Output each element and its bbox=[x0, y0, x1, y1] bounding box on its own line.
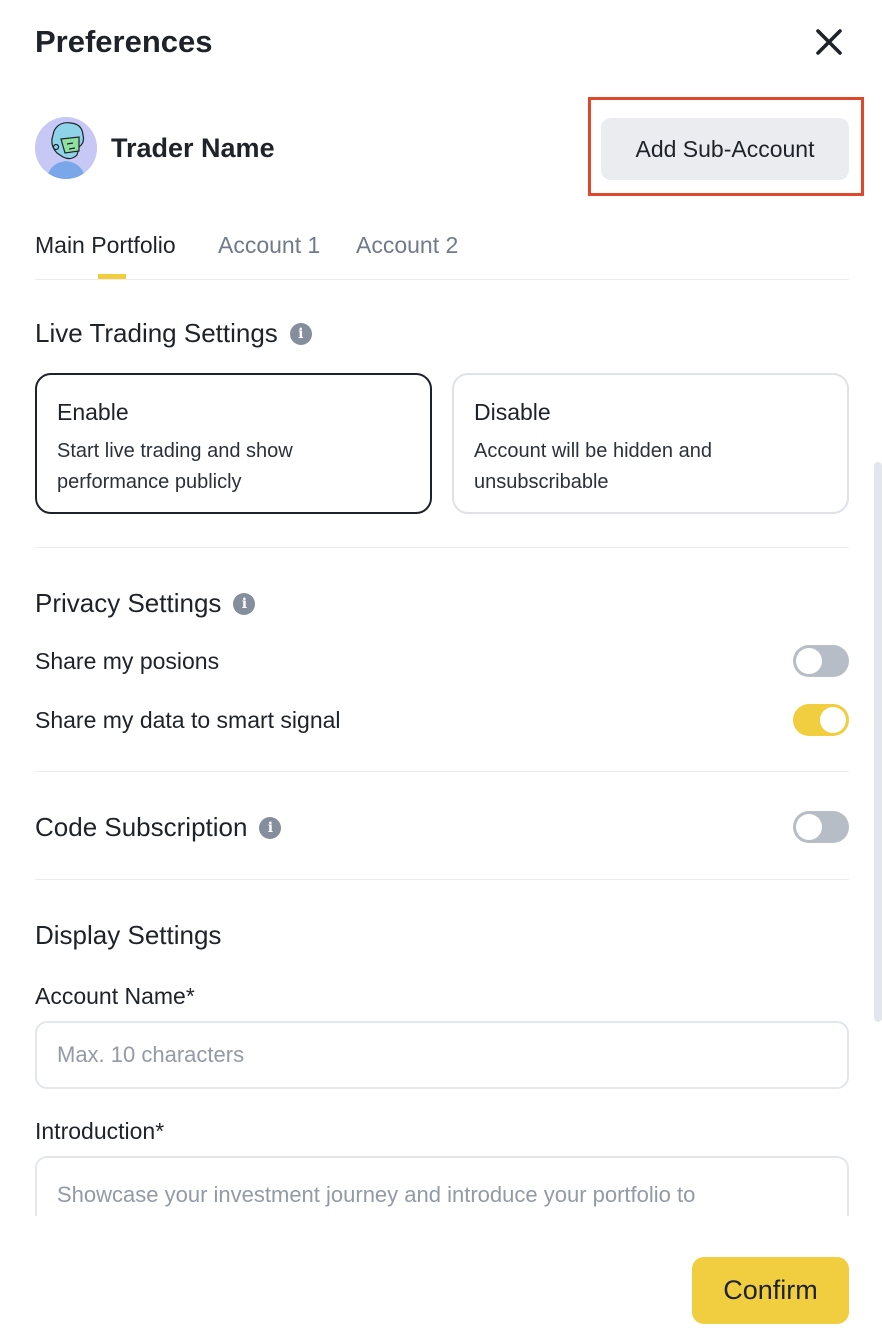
active-tab-indicator bbox=[98, 274, 126, 279]
info-icon[interactable]: i bbox=[233, 592, 256, 615]
toggle-knob bbox=[796, 648, 822, 674]
avatar bbox=[35, 117, 97, 179]
toggle-knob bbox=[796, 814, 822, 840]
privacy-title-text: Privacy Settings bbox=[35, 588, 222, 618]
share-positions-toggle[interactable] bbox=[793, 645, 849, 677]
code-subscription-title-text: Code Subscription bbox=[35, 812, 248, 842]
header: Preferences bbox=[35, 22, 847, 66]
share-smart-signal-label: Share my data to smart signal bbox=[35, 707, 341, 733]
option-title: Enable bbox=[57, 399, 129, 425]
confirm-button[interactable]: Confirm bbox=[692, 1257, 849, 1324]
tab-main-portfolio[interactable]: Main Portfolio bbox=[35, 232, 176, 259]
avatar-illustration-icon bbox=[35, 117, 97, 179]
account-name-label: Account Name* bbox=[35, 983, 195, 1009]
toggle-knob bbox=[820, 707, 846, 733]
close-icon[interactable] bbox=[815, 28, 843, 56]
tab-account-2[interactable]: Account 2 bbox=[356, 232, 458, 259]
code-subscription-section-title: Code Subscription i bbox=[35, 812, 282, 843]
page-title: Preferences bbox=[35, 24, 213, 59]
info-icon[interactable]: i bbox=[289, 322, 312, 345]
divider bbox=[35, 771, 849, 772]
introduction-label: Introduction* bbox=[35, 1118, 165, 1144]
introduction-field-wrapper bbox=[35, 1156, 849, 1216]
share-smart-signal-toggle[interactable] bbox=[793, 704, 849, 736]
account-name-input[interactable] bbox=[35, 1021, 849, 1089]
enable-option-card[interactable]: Enable Start live trading and show perfo… bbox=[35, 373, 432, 514]
live-trading-title-text: Live Trading Settings bbox=[35, 318, 278, 348]
account-tabs: Main Portfolio Account 1 Account 2 bbox=[35, 228, 849, 280]
divider bbox=[35, 547, 849, 548]
info-icon[interactable]: i bbox=[259, 816, 282, 839]
disable-option-card[interactable]: Disable Account will be hidden and unsub… bbox=[452, 373, 849, 514]
option-description: Start live trading and show performance … bbox=[57, 440, 293, 493]
trader-name: Trader Name bbox=[111, 133, 275, 163]
option-description: Account will be hidden and unsubscribabl… bbox=[474, 440, 712, 493]
share-positions-label: Share my posions bbox=[35, 648, 220, 674]
display-section-title: Display Settings bbox=[35, 920, 222, 950]
divider bbox=[35, 879, 849, 880]
code-subscription-toggle[interactable] bbox=[793, 811, 849, 843]
close-button[interactable] bbox=[811, 24, 847, 60]
live-trading-section-title: Live Trading Settings i bbox=[35, 318, 312, 349]
privacy-section-title: Privacy Settings i bbox=[35, 588, 256, 619]
tab-account-1[interactable]: Account 1 bbox=[218, 232, 320, 259]
introduction-textarea[interactable] bbox=[35, 1156, 849, 1216]
option-title: Disable bbox=[474, 399, 551, 425]
add-sub-account-button[interactable]: Add Sub-Account bbox=[601, 118, 849, 180]
scrollbar[interactable] bbox=[874, 462, 882, 1022]
